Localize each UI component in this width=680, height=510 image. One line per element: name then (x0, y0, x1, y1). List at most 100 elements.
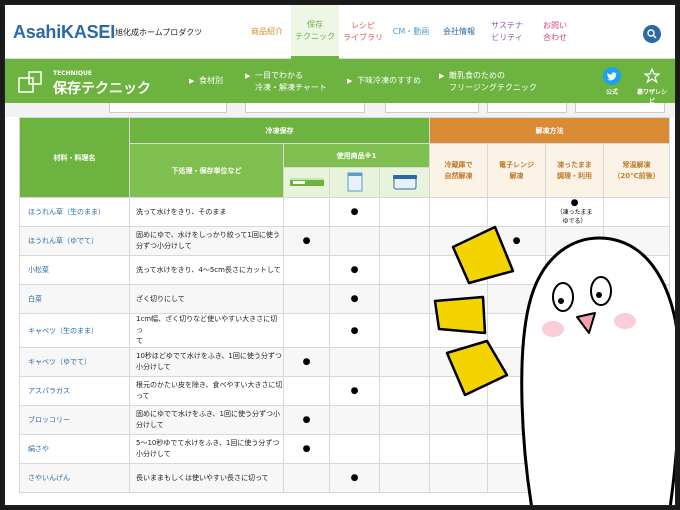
tab-stub[interactable] (487, 103, 567, 113)
product-cell (379, 347, 430, 377)
nav-item-6[interactable]: お問い 合わせ (531, 5, 579, 59)
link-baby-food[interactable]: ▶ 離乳食のための フリージングテクニック (439, 70, 537, 94)
nav-item-2[interactable]: レシピ ライブラリ (339, 5, 387, 59)
ingredient-link[interactable]: 白菜 (19, 284, 130, 314)
product-cell: ● (283, 347, 330, 377)
mascot-cheek-left (542, 321, 564, 337)
wrap-box-icon (289, 177, 324, 186)
product-cell: ● (329, 376, 380, 406)
screenshot-frame: AsahiKASEI 旭化成ホームプロダクツ 商品紹介 保存 テクニック レシピ ラ… (4, 4, 676, 506)
product-cell (329, 226, 380, 256)
col-header-thaw-room: 常温解凍 （20℃前後） (603, 143, 670, 198)
product-cell (379, 313, 430, 348)
group-header-products: 使用商品※1 (283, 143, 430, 168)
product-cell: ● (329, 463, 380, 493)
product-cell: ● (329, 197, 380, 227)
ingredient-link[interactable]: 小松菜 (19, 255, 130, 285)
search-icon (647, 29, 657, 39)
product-cell: ● (283, 226, 330, 256)
ingredient-link[interactable]: アスパラガス (19, 376, 130, 406)
product-cell (283, 197, 330, 227)
ingredient-link[interactable]: ほうれん草（ゆでて） (19, 226, 130, 256)
nav-item-5[interactable]: サステナ ビリティ (483, 5, 531, 59)
product-wrap (283, 167, 330, 198)
prep-text: 長いままもしくは使いやすい長さに切って (129, 463, 284, 493)
tab-stub[interactable] (245, 103, 365, 113)
product-cell: ● (283, 434, 330, 464)
group-header-storage: 冷凍保存 (129, 117, 430, 144)
product-cell (379, 376, 430, 406)
nav-item-3[interactable]: CM・動画 (387, 5, 435, 59)
product-cell (379, 434, 430, 464)
ingredient-link[interactable]: ほうれん草（生のまま） (19, 197, 130, 227)
product-cell (283, 284, 330, 314)
product-cell: ● (329, 284, 380, 314)
product-cell (379, 255, 430, 285)
prep-text: 根元のかたい皮を除き、食べやすい大きさに切 って (129, 376, 284, 406)
nav-item-0[interactable]: 商品紹介 (243, 5, 291, 59)
prep-text: ざく切りにして (129, 284, 284, 314)
product-cell (329, 347, 380, 377)
arrow-right-icon: ▶ (189, 77, 195, 85)
tab-stub[interactable] (385, 103, 479, 113)
product-cell: ● (329, 313, 380, 348)
col-header-thaw-frozen: 凍ったまま 調理・利用 (545, 143, 604, 198)
product-cell: ● (329, 255, 380, 285)
arrow-right-icon: ▶ (439, 72, 445, 80)
prep-text: 固めにゆでて水けをふき、1回に使う分ずつ小 分けして (129, 405, 284, 435)
prep-text: 1cm幅、ざく切りなど使いやすい大きさに切っ て (129, 313, 284, 348)
section-title: 保存テクニック (53, 81, 151, 97)
search-button[interactable] (643, 25, 661, 43)
prep-text: 10秒ほどゆでて水けをふき、1回に使う分ずつ 小分けして (129, 347, 284, 377)
product-cell (329, 434, 380, 464)
section-bar: TECHNIQUE 保存テクニック ▶ 食材別 ▶ 一目でわかる 冷凍・解凍チャート… (5, 59, 675, 105)
twitter-bird-icon (603, 67, 621, 85)
mascot-eye-right (590, 276, 612, 306)
link-seasoned-freezing[interactable]: ▶ 下味冷凍のすすめ (347, 75, 421, 87)
ingredient-link[interactable]: ブロッコリー (19, 405, 130, 435)
brand-subtitle: 旭化成ホームプロダクツ (115, 28, 203, 37)
product-bag (329, 167, 380, 198)
mascot-cheek-right (614, 313, 636, 329)
arrow-right-icon: ▶ (347, 77, 353, 85)
product-cell (379, 405, 430, 435)
freezer-box-icon (18, 71, 42, 93)
col-header-name: 材料・料理名 (19, 117, 130, 198)
site-header: AsahiKASEI 旭化成ホームプロダクツ 商品紹介 保存 テクニック レシピ ラ… (5, 5, 675, 59)
main-nav: 商品紹介 保存 テクニック レシピ ライブラリ CM・動画 会社情報 サステナ ビリティお… (243, 5, 579, 59)
scrolled-tabs (5, 103, 675, 117)
tab-stub[interactable] (109, 103, 227, 113)
product-cell (283, 463, 330, 493)
social-recipe[interactable]: 裏ワザレシピ (635, 67, 669, 105)
container-icon (392, 174, 417, 189)
prep-text: 固めにゆで、水けをしっかり絞って1回に使う 分ずつ小分けして (129, 226, 284, 256)
tab-stub[interactable] (575, 103, 665, 113)
mascot-eye-left (552, 282, 574, 312)
product-cell (379, 197, 430, 227)
product-cell (379, 284, 430, 314)
nav-item-4[interactable]: 会社情報 (435, 5, 483, 59)
ingredient-link[interactable]: さやいんげん (19, 463, 130, 493)
nav-item-1[interactable]: 保存 テクニック (291, 5, 339, 59)
ingredient-link[interactable]: 絹さや (19, 434, 130, 464)
brand-logo[interactable]: AsahiKASEI (13, 22, 115, 43)
arrow-right-icon: ▶ (245, 72, 251, 80)
link-freeze-chart[interactable]: ▶ 一目でわかる 冷凍・解凍チャート (245, 70, 327, 94)
social-twitter[interactable]: 公式 (601, 67, 623, 96)
ingredient-link[interactable]: キャベツ（生のまま） (19, 313, 130, 348)
product-cell (283, 376, 330, 406)
product-cell (379, 226, 430, 256)
col-header-thaw-microwave: 電子レンジ 解凍 (487, 143, 546, 198)
prep-text: 洗って水けをきり、4～5cm長さにカットして (129, 255, 284, 285)
burst-marks (433, 225, 515, 397)
zip-bag-icon (347, 172, 362, 191)
product-container (379, 167, 430, 198)
col-header-prep: 下処理・保存単位など (129, 143, 284, 198)
section-eyebrow: TECHNIQUE (53, 70, 92, 77)
product-cell: ● (283, 405, 330, 435)
ingredient-link[interactable]: キャベツ（ゆでて） (19, 347, 130, 377)
prep-text: 洗って水けをきり、そのまま (129, 197, 284, 227)
group-header-thaw: 解凍方法 (429, 117, 670, 144)
link-by-ingredient[interactable]: ▶ 食材別 (189, 75, 223, 87)
product-cell (283, 255, 330, 285)
